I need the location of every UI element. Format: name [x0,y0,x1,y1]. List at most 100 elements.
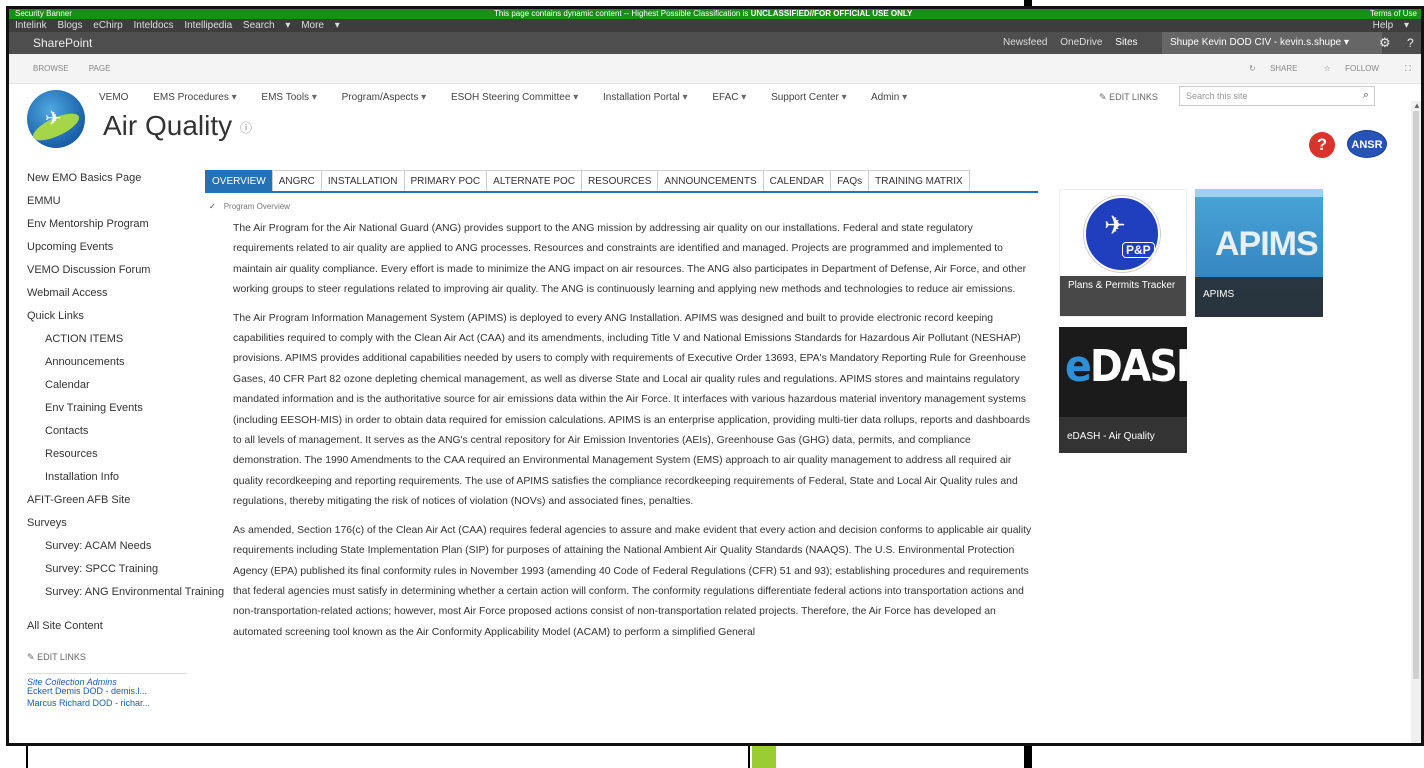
tab-alternate-poc[interactable]: ALTERNATE POC [486,170,583,192]
pencil-icon: ✎ [1099,92,1107,102]
share-button[interactable]: ↻ SHARE [1249,64,1310,73]
scroll-up-icon[interactable]: ▲ [1413,101,1421,110]
scroll-thumb[interactable] [1413,111,1419,679]
nav-program-aspects[interactable]: Program/Aspects [342,92,427,103]
info-icon[interactable]: ⓘ [240,121,252,135]
edit-links-button[interactable]: ✎ EDIT LINKS [1099,92,1158,103]
intelink-bar: Intelink Blogs eChirp Inteldocs Intellip… [9,19,1421,32]
ansr-button[interactable]: ANSR [1347,130,1387,158]
pencil-icon: ✎ [27,652,35,662]
sidebar-item[interactable]: New EMO Basics Page [27,167,187,190]
help-menu[interactable]: Help ▾ [1373,19,1409,32]
sidebar-item[interactable]: Env Training Events [27,397,187,420]
sidebar-item[interactable]: Surveys [27,512,187,535]
sidebar-item[interactable]: Survey: SPCC Training [27,558,187,581]
admin-link[interactable]: Marcus Richard DOD - richar... [27,697,187,709]
security-banner: Security Banner This page contains dynam… [9,9,1421,19]
tab-installation[interactable]: INSTALLATION [320,170,405,192]
sidebar-item[interactable]: Announcements [27,351,187,374]
site-header: ✈ VEMO EMS Procedures EMS Tools Program/… [9,84,1421,164]
inteldocs-link[interactable]: Inteldocs [134,20,174,31]
tab-overview[interactable]: OVERVIEW [205,170,273,192]
follow-button[interactable]: ☆ FOLLOW [1324,64,1391,73]
sharepoint-brand[interactable]: SharePoint [33,32,92,54]
page-title: Air Quality ⓘ [103,110,252,141]
sidebar-item[interactable]: Contacts [27,420,187,443]
blogs-link[interactable]: Blogs [57,20,82,31]
tile-caption: APIMS [1195,277,1323,317]
sidebar-item[interactable]: Resources [27,443,187,466]
nav-admin[interactable]: Admin [871,92,907,103]
browser-window: Security Banner This page contains dynam… [6,6,1424,746]
onedrive-link[interactable]: OneDrive [1060,37,1102,48]
sidebar-item[interactable]: EMMU [27,190,187,213]
nav-esoh-steering[interactable]: ESOH Steering Committee [451,92,578,103]
intellipedia-link[interactable]: Intellipedia [184,20,232,31]
nav-vemo[interactable]: VEMO [99,92,128,103]
plans-permits-tile[interactable]: ✈ P&P Plans & Permits Tracker [1059,189,1187,317]
gear-icon[interactable]: ⚙ [1379,32,1391,54]
sidebar-item[interactable]: AFIT-Green AFB Site [27,489,187,512]
newsfeed-link[interactable]: Newsfeed [1003,37,1047,48]
overview-content: The Air Program for the Air National Gua… [233,219,1033,651]
focus-content-icon[interactable]: ⛶ [1405,64,1411,73]
search-input[interactable]: Search this site ⌕ [1179,86,1375,106]
suite-links: Newsfeed OneDrive Sites [1003,32,1148,54]
edit-links-button[interactable]: ✎ EDIT LINKS [27,646,187,669]
help-button[interactable]: ? [1309,132,1335,158]
user-menu[interactable]: Shupe Kevin DOD CIV - kevin.s.shupe ▾ [1162,32,1382,54]
tab-faqs[interactable]: FAQs [830,170,870,192]
nav-ems-procedures[interactable]: EMS Procedures [153,92,236,103]
tab-announcements[interactable]: ANNOUNCEMENTS [657,170,764,192]
terms-link[interactable]: Terms of Use [1370,9,1417,19]
nav-support-center[interactable]: Support Center [771,92,847,103]
sidebar-item[interactable]: Survey: ACAM Needs [27,535,187,558]
tile-caption: Plans & Permits Tracker [1060,276,1186,316]
sidebar-item[interactable]: Quick Links [27,305,187,328]
help-icon[interactable]: ? [1407,32,1414,54]
paragraph: The Air Program for the Air National Gua… [233,223,1027,296]
nav-efac[interactable]: EFAC [712,92,746,103]
security-banner-label: Security Banner [15,9,72,18]
apims-tile[interactable]: APIMS APIMS [1195,189,1323,317]
sidebar-item[interactable]: Installation Info [27,466,187,489]
tab-primary-poc[interactable]: PRIMARY POC [403,170,488,192]
breadcrumb: ✓ Program Overview [209,202,290,211]
nav-ems-tools[interactable]: EMS Tools [261,92,316,103]
sidebar-item[interactable]: Upcoming Events [27,236,187,259]
tab-page[interactable]: PAGE [89,64,111,73]
pp-logo: ✈ P&P [1084,196,1160,272]
edash-tile[interactable]: eDASH eDASH - Air Quality [1059,327,1187,453]
intelink-link[interactable]: Intelink [15,20,47,31]
sidebar-item[interactable]: Survey: ANG Environmental Training [27,581,224,615]
tab-angrc[interactable]: ANGRC [271,170,322,192]
tab-browse[interactable]: BROWSE [33,64,69,73]
admin-link[interactable]: Eckert Demis DOD - demis.l... [27,685,187,697]
ribbon-actions: ↻ SHARE ☆ FOLLOW ⛶ ⧉ [1249,54,1421,84]
sidebar-item[interactable]: ACTION ITEMS [27,328,187,351]
sidebar-item[interactable]: All Site Content [27,615,187,638]
paragraph: As amended, Section 176(c) of the Clean … [233,524,1032,638]
vertical-scrollbar[interactable]: ▲ [1411,101,1421,743]
sidebar-item[interactable]: Calendar [27,374,187,397]
star-icon: ☆ [1323,64,1331,73]
tab-calendar[interactable]: CALENDAR [762,170,832,192]
admins-header[interactable]: Site Collection Admins [27,673,187,687]
suite-bar: SharePoint Newsfeed OneDrive Sites Shupe… [9,32,1421,54]
sites-link[interactable]: Sites [1115,37,1137,48]
site-logo[interactable]: ✈ [27,90,85,148]
echirp-link[interactable]: eChirp [93,20,122,31]
search-icon[interactable]: ⌕ [1363,89,1369,102]
bg-frame-line [748,746,750,768]
nav-installation-portal[interactable]: Installation Portal [603,92,688,103]
sidebar-item[interactable]: Env Mentorship Program [27,213,187,236]
tab-training-matrix[interactable]: TRAINING MATRIX [868,170,970,192]
sidebar-item[interactable]: VEMO Discussion Forum [27,259,187,282]
search-menu[interactable]: Search ▾ [243,20,291,31]
edash-logo: eDASH [1065,341,1187,392]
tile-caption: eDASH - Air Quality [1059,417,1187,453]
quick-launch: New EMO Basics Page EMMU Env Mentorship Pr… [27,167,224,709]
tab-resources[interactable]: RESOURCES [581,170,659,192]
sidebar-item[interactable]: Webmail Access [27,282,187,305]
more-menu[interactable]: More ▾ [301,20,340,31]
